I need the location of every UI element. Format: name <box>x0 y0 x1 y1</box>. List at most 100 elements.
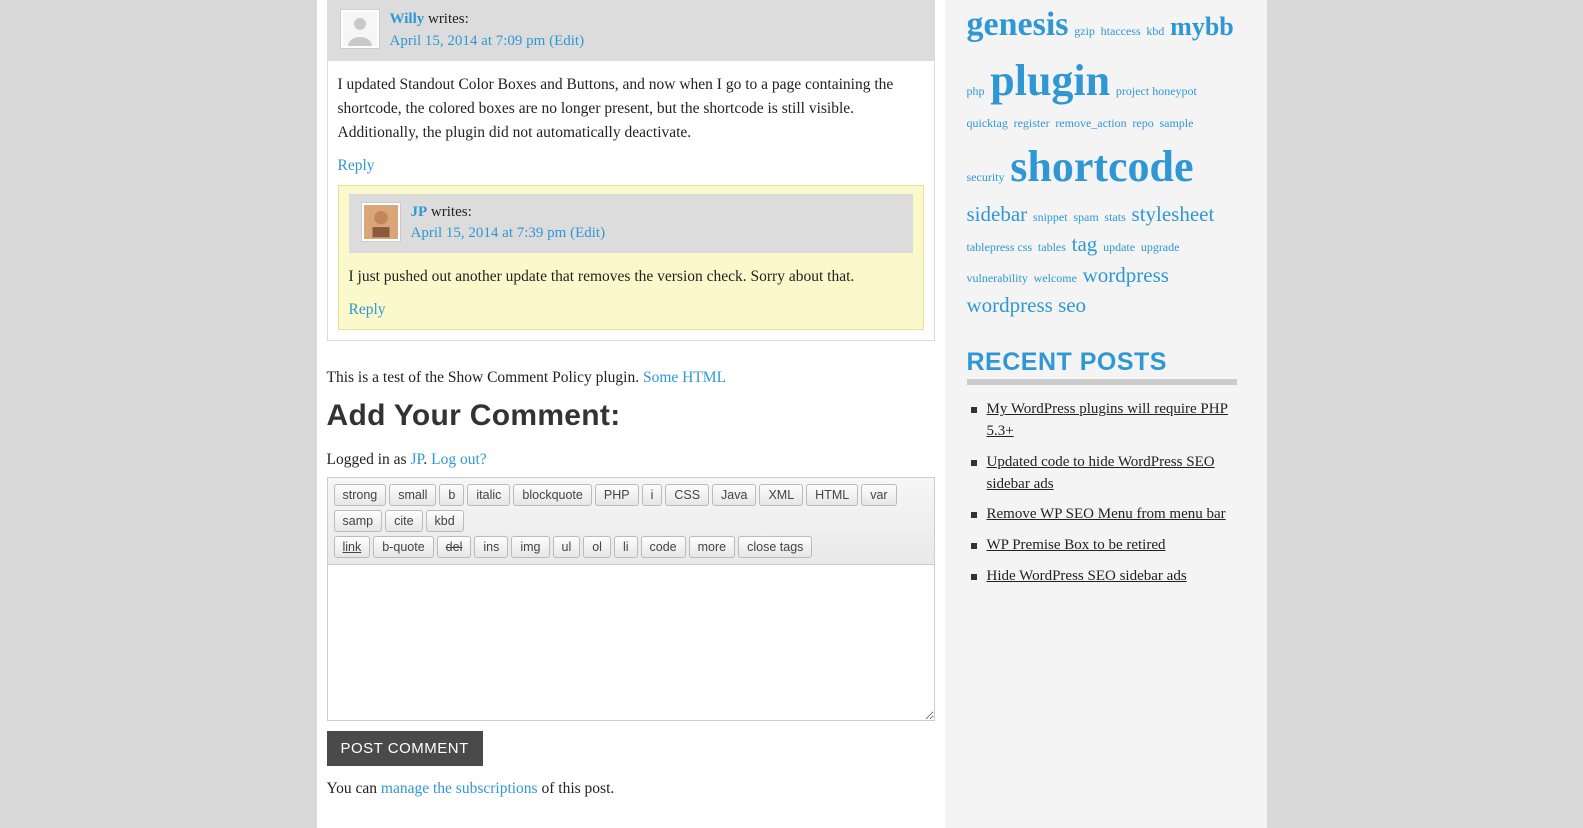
quicktag-link[interactable]: link <box>334 536 371 558</box>
quicktag-HTML[interactable]: HTML <box>806 484 858 506</box>
quicktag-li[interactable]: li <box>614 536 638 558</box>
comment-date-link[interactable]: April 15, 2014 at 7:09 pm <box>390 33 546 49</box>
writes-label: writes: <box>427 204 472 220</box>
recent-post-item: Remove WP SEO Menu from menu bar <box>971 504 1237 526</box>
quicktag-italic[interactable]: italic <box>467 484 510 506</box>
recent-posts-heading: RECENT POSTS <box>967 348 1237 377</box>
comment-textarea[interactable] <box>328 565 934 720</box>
tag-wordpress-seo[interactable]: wordpress seo <box>967 293 1087 317</box>
comment-author-link[interactable]: JP <box>411 204 428 220</box>
tag-htaccess[interactable]: htaccess <box>1101 24 1141 38</box>
quicktag-PHP[interactable]: PHP <box>595 484 639 506</box>
comment: Willy writes: April 15, 2014 at 7:09 pm … <box>327 0 935 341</box>
writes-label: writes: <box>424 11 469 27</box>
tag-php[interactable]: php <box>967 84 985 98</box>
tag-stats[interactable]: stats <box>1104 210 1125 224</box>
quicktag-close-tags[interactable]: close tags <box>738 536 812 558</box>
policy-link[interactable]: Some HTML <box>643 369 726 386</box>
quicktag-b[interactable]: b <box>439 484 464 506</box>
recent-post-item: WP Premise Box to be retired <box>971 535 1237 557</box>
quicktag-XML[interactable]: XML <box>759 484 803 506</box>
tag-gzip[interactable]: gzip <box>1074 24 1095 38</box>
tag-tables[interactable]: tables <box>1038 240 1066 254</box>
quicktag-var[interactable]: var <box>861 484 896 506</box>
quicktag-ol[interactable]: ol <box>583 536 611 558</box>
avatar <box>361 202 401 242</box>
tag-genesis[interactable]: genesis <box>967 6 1069 43</box>
policy-text: This is a test of the Show Comment Polic… <box>327 369 643 386</box>
tag-register[interactable]: register <box>1014 116 1050 130</box>
post-comment-button[interactable]: POST COMMENT <box>327 731 483 766</box>
quicktag-img[interactable]: img <box>511 536 549 558</box>
tag-vulnerability[interactable]: vulnerability <box>967 271 1028 285</box>
quicktag-del[interactable]: del <box>437 536 472 558</box>
tag-remove_action[interactable]: remove_action <box>1055 116 1126 130</box>
reply-link[interactable]: Reply <box>338 157 375 174</box>
quicktag-code[interactable]: code <box>641 536 686 558</box>
reply-link[interactable]: Reply <box>349 301 386 318</box>
quicktag-CSS[interactable]: CSS <box>665 484 709 506</box>
sub-suffix: of this post. <box>538 780 615 797</box>
tag-sample[interactable]: sample <box>1159 116 1193 130</box>
logout-link[interactable]: Log out? <box>431 451 487 468</box>
quicktag-ins[interactable]: ins <box>474 536 508 558</box>
recent-post-item: Updated code to hide WordPress SEO sideb… <box>971 452 1237 496</box>
tag-sidebar[interactable]: sidebar <box>967 202 1028 226</box>
tag-stylesheet[interactable]: stylesheet <box>1132 202 1215 226</box>
quicktag-kbd[interactable]: kbd <box>426 510 464 532</box>
comment-body: I just pushed out another update that re… <box>349 265 913 289</box>
logged-in-line: Logged in as JP. Log out? <box>327 451 935 469</box>
quicktag-i[interactable]: i <box>642 484 663 506</box>
period: . <box>423 451 431 468</box>
tag-tag[interactable]: tag <box>1072 232 1098 256</box>
quicktag-ul[interactable]: ul <box>553 536 581 558</box>
tag-wordpress[interactable]: wordpress <box>1083 263 1169 287</box>
tag-update[interactable]: update <box>1103 240 1135 254</box>
tag-plugin[interactable]: plugin <box>990 56 1110 105</box>
tag-security[interactable]: security <box>967 170 1005 184</box>
comment-body: I updated Standout Color Boxes and Butto… <box>338 73 924 145</box>
comment-header: Willy writes: April 15, 2014 at 7:09 pm … <box>328 1 934 61</box>
comment-edit-link[interactable]: (Edit) <box>549 33 584 49</box>
comment-header: JP writes: April 15, 2014 at 7:39 pm (Ed… <box>349 194 913 254</box>
quicktag-blockquote[interactable]: blockquote <box>513 484 591 506</box>
policy-line: This is a test of the Show Comment Polic… <box>327 369 935 387</box>
tag-repo[interactable]: repo <box>1132 116 1153 130</box>
recent-post-link[interactable]: Hide WordPress SEO sidebar ads <box>987 566 1187 588</box>
comment-edit-link[interactable]: (Edit) <box>570 225 605 241</box>
add-comment-heading: Add Your Comment: <box>327 399 935 433</box>
logged-in-prefix: Logged in as <box>327 451 411 468</box>
quicktag-samp[interactable]: samp <box>334 510 383 532</box>
tag-kbd[interactable]: kbd <box>1146 24 1164 38</box>
recent-post-link[interactable]: My WordPress plugins will require PHP 5.… <box>987 399 1237 443</box>
tag-project-honeypot[interactable]: project honeypot <box>1116 84 1197 98</box>
tag-snippet[interactable]: snippet <box>1033 210 1068 224</box>
quicktag-strong[interactable]: strong <box>334 484 387 506</box>
recent-post-link[interactable]: WP Premise Box to be retired <box>987 535 1166 557</box>
recent-post-link[interactable]: Updated code to hide WordPress SEO sideb… <box>987 452 1237 496</box>
sidebar-divider <box>967 379 1237 385</box>
manage-subscriptions-link[interactable]: manage the subscriptions <box>381 780 538 797</box>
comment-date-link[interactable]: April 15, 2014 at 7:39 pm <box>411 225 567 241</box>
tag-mybb[interactable]: mybb <box>1170 12 1234 41</box>
comment-author-link[interactable]: Willy <box>390 11 425 27</box>
editor: strongsmallbitalicblockquotePHPiCSSJavaX… <box>327 477 935 721</box>
quicktag-cite[interactable]: cite <box>385 510 422 532</box>
tag-tablepress-css[interactable]: tablepress css <box>967 240 1033 254</box>
sub-prefix: You can <box>327 780 381 797</box>
quicktag-more[interactable]: more <box>689 536 735 558</box>
tag-upgrade[interactable]: upgrade <box>1141 240 1180 254</box>
quicktag-small[interactable]: small <box>389 484 436 506</box>
tag-quicktag[interactable]: quicktag <box>967 116 1008 130</box>
recent-post-link[interactable]: Remove WP SEO Menu from menu bar <box>987 504 1226 526</box>
comment-reply: JP writes: April 15, 2014 at 7:39 pm (Ed… <box>338 185 924 331</box>
quicktag-Java[interactable]: Java <box>712 484 756 506</box>
subscriptions-line: You can manage the subscriptions of this… <box>327 780 935 798</box>
recent-posts-list: My WordPress plugins will require PHP 5.… <box>967 399 1237 587</box>
tag-spam[interactable]: spam <box>1073 210 1098 224</box>
tag-welcome[interactable]: welcome <box>1034 271 1077 285</box>
tag-shortcode[interactable]: shortcode <box>1010 142 1193 191</box>
recent-post-item: My WordPress plugins will require PHP 5.… <box>971 399 1237 443</box>
quicktag-b-quote[interactable]: b-quote <box>373 536 433 558</box>
logged-in-user-link[interactable]: JP <box>410 451 423 468</box>
